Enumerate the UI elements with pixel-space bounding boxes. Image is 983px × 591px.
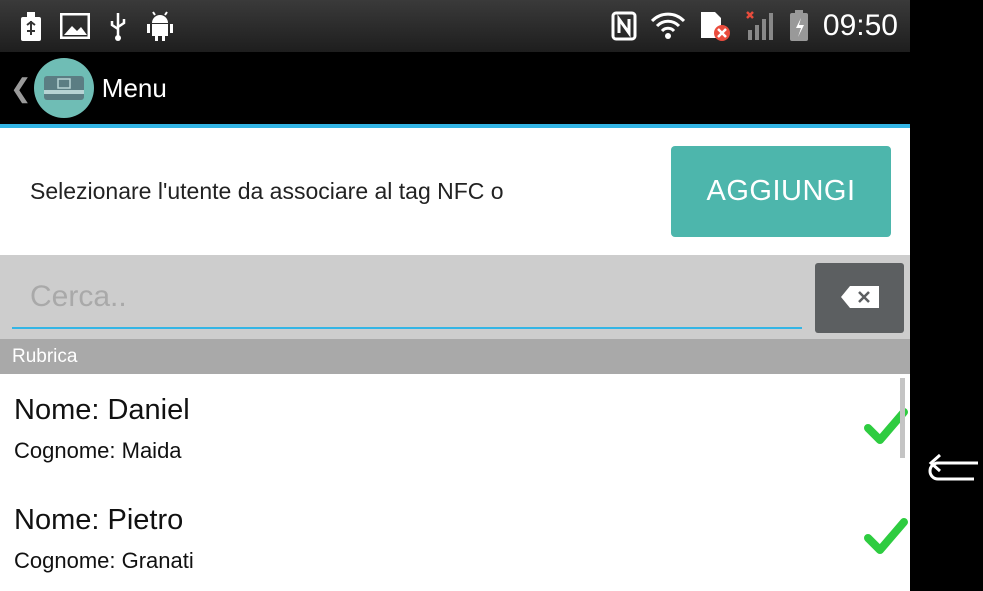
signal-icon	[745, 10, 775, 42]
status-bar: 09:50	[0, 0, 910, 52]
list-item[interactable]: Nome: Pietro Cognome: Granati	[0, 484, 910, 591]
android-icon	[146, 11, 174, 41]
section-header: Rubrica	[0, 339, 910, 374]
action-bar[interactable]: ❮ Menu	[0, 52, 910, 124]
prompt-text: Selezionare l'utente da associare al tag…	[30, 178, 504, 204]
page-title: Menu	[101, 72, 167, 103]
nfc-icon	[611, 11, 637, 41]
search-row	[0, 255, 910, 339]
contact-name: Nome: Pietro	[14, 504, 184, 536]
contact-surname: Cognome: Maida	[14, 438, 182, 463]
backspace-icon	[840, 285, 880, 312]
sim-error-icon	[699, 10, 731, 42]
contact-name: Nome: Daniel	[14, 394, 190, 426]
usb-icon	[20, 11, 42, 41]
status-left-icons	[20, 11, 174, 41]
usb-debug-icon	[108, 11, 128, 41]
scrollbar[interactable]	[900, 378, 905, 458]
wifi-icon	[650, 12, 685, 40]
back-icon[interactable]	[926, 448, 980, 488]
clear-search-button[interactable]	[815, 263, 904, 333]
status-time: 09:50	[822, 9, 898, 42]
list-item[interactable]: Nome: Daniel Cognome: Maida	[0, 374, 910, 484]
image-icon	[60, 13, 90, 39]
add-button[interactable]: AGGIUNGI	[671, 146, 891, 237]
search-input[interactable]	[12, 267, 802, 329]
prompt-row: Selezionare l'utente da associare al tag…	[0, 128, 910, 255]
status-right-icons: 09:50	[611, 9, 898, 43]
battery-icon	[789, 10, 809, 42]
contact-list: Nome: Daniel Cognome: Maida Nome: Pietro…	[0, 374, 910, 591]
contact-surname: Cognome: Granati	[14, 548, 194, 573]
app-logo-icon[interactable]	[33, 58, 94, 118]
content: Selezionare l'utente da associare al tag…	[0, 128, 910, 591]
checkmark-icon[interactable]	[864, 516, 908, 561]
up-chevron-icon[interactable]: ❮	[10, 75, 32, 101]
